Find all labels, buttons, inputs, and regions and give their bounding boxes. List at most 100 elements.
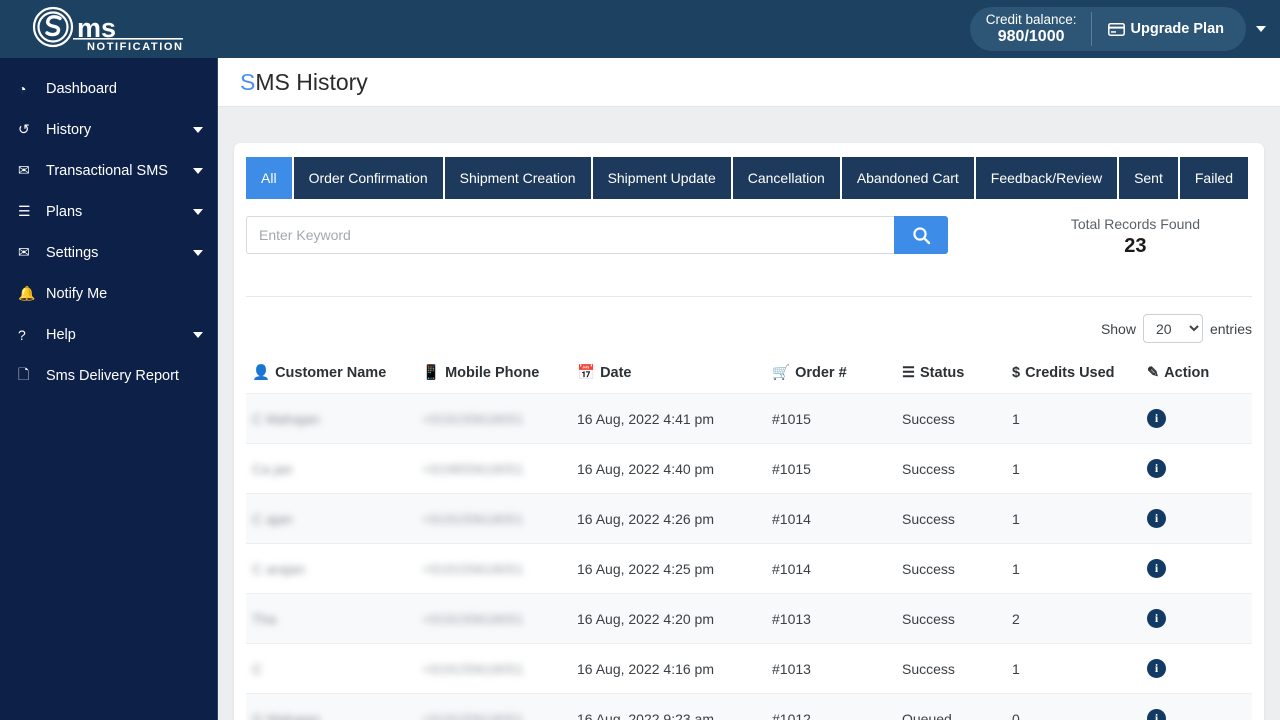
cell-credits-used: 1 (1006, 444, 1141, 494)
search-button[interactable] (894, 216, 948, 254)
sidebar-item-settings[interactable]: ✉ Settings (0, 232, 217, 273)
cell-action: i (1141, 494, 1252, 544)
cell-date-value: 16 Aug, 2022 4:20 pm (577, 610, 714, 627)
sidebar-item-history[interactable]: ↺ History (0, 109, 217, 150)
info-icon[interactable]: i (1147, 709, 1166, 720)
sidebar-item-notify-me[interactable]: 🔔 Notify Me (0, 273, 217, 314)
chevron-down-icon[interactable] (193, 331, 203, 338)
sidebar-item-label: History (46, 121, 92, 138)
total-records-value: 23 (1124, 235, 1147, 257)
tab-all[interactable]: All (246, 157, 294, 199)
cell-customer-name-value: C arajan (252, 560, 305, 577)
cell-date-value: 16 Aug, 2022 4:40 pm (577, 460, 714, 477)
cell-order-value: #1014 (772, 510, 811, 527)
show-label: Show (1100, 320, 1136, 337)
profile-chevron-down-icon[interactable] (1256, 26, 1266, 32)
tab-cancellation[interactable]: Cancellation (732, 157, 842, 199)
cell-order-value: #1015 (772, 460, 811, 477)
info-icon[interactable]: i (1147, 509, 1166, 528)
cell-date: 16 Aug, 2022 4:41 pm (571, 394, 766, 444)
filter-tabs: All Order Confirmation Shipment Creation Sh… (246, 157, 1252, 199)
list-icon: ☰ (902, 364, 915, 381)
cell-status-value: Success (902, 610, 955, 627)
column-header-credits-used[interactable]: $ Credits Used (1006, 357, 1141, 394)
cell-order: #1013 (766, 644, 896, 694)
tab-sent[interactable]: Sent (1119, 157, 1180, 199)
cell-credits-used-value: 1 (1012, 460, 1020, 477)
cell-mobile-phone: +919155618051 (416, 494, 571, 544)
chevron-down-icon[interactable] (193, 167, 203, 174)
entries-select[interactable]: 102050100 (1142, 314, 1203, 343)
top-header: ms NOTIFICATION Credit balance: 980/1000 (0, 0, 1280, 58)
info-icon[interactable]: i (1147, 659, 1166, 678)
cell-customer-name: C (246, 644, 416, 694)
info-icon[interactable]: i (1147, 559, 1166, 578)
cell-mobile-phone-value: +919155618051 (422, 510, 524, 527)
column-header-order-[interactable]: 🛒 Order # (766, 357, 896, 394)
column-header-customer-name[interactable]: 👤 Customer Name (246, 357, 416, 394)
column-header-date[interactable]: 📅 Date (571, 357, 766, 394)
cell-order: #1014 (766, 544, 896, 594)
sidebar-item-help[interactable]: ? Help (0, 314, 217, 355)
cell-date: 16 Aug, 2022 4:16 pm (571, 644, 766, 694)
cell-date-value: 16 Aug, 2022 4:25 pm (577, 560, 714, 577)
column-header-label: Mobile Phone (445, 365, 540, 381)
pencil-icon: ✎ (1147, 364, 1160, 381)
search-box (246, 216, 948, 254)
tab-feedback-review[interactable]: Feedback/Review (975, 157, 1120, 199)
column-header-label: Action (1164, 364, 1210, 381)
cell-credits-used: 1 (1006, 544, 1141, 594)
sidebar-item-label: Sms Delivery Report (46, 367, 179, 384)
cell-date: 16 Aug, 2022 4:25 pm (571, 544, 766, 594)
table-row: Ca jan +919855618051 16 Aug, 2022 4:40 pm #… (246, 443, 1252, 494)
cell-credits-used-value: 1 (1012, 410, 1020, 427)
app-logo[interactable]: ms NOTIFICATION (0, 0, 218, 58)
sidebar-item-dashboard[interactable]: ◔ Dashboard (0, 68, 217, 109)
cell-mobile-phone-value: +919155618051 (422, 710, 524, 720)
tab-shipment-creation[interactable]: Shipment Creation (444, 157, 593, 199)
column-header-status[interactable]: ☰ Status (896, 357, 1006, 394)
cell-mobile-phone: +919155618051 (416, 644, 571, 694)
column-header-mobile-phone[interactable]: 📱 Mobile Phone (416, 357, 571, 394)
credit-balance-pill: Credit balance: 980/1000 Upgrade Plan (969, 7, 1246, 51)
info-icon[interactable]: i (1147, 409, 1166, 428)
app-root: ms NOTIFICATION Credit balance: 980/1000 (0, 0, 1280, 720)
cell-date-value: 16 Aug, 2022 4:26 pm (577, 510, 714, 527)
tab-shipment-update[interactable]: Shipment Update (592, 157, 733, 199)
tab-failed[interactable]: Failed (1179, 157, 1249, 199)
tab-abandoned-cart[interactable]: Abandoned Cart (841, 157, 976, 199)
history-card: All Order Confirmation Shipment Creation Sh… (234, 143, 1264, 720)
sidebar-item-label: Plans (46, 203, 83, 220)
search-input[interactable] (246, 216, 894, 254)
sidebar-item-sms-delivery-report[interactable]: 🗋 Sms Delivery Report (0, 355, 217, 396)
cell-customer-name: C ajan (246, 494, 416, 544)
cell-mobile-phone: +919155618051 (416, 544, 571, 594)
cell-date: 16 Aug, 2022 4:20 pm (571, 594, 766, 644)
envelope-icon: ✉ (18, 162, 30, 178)
cell-customer-name: C Mahajan (246, 394, 416, 444)
history-icon: ↺ (18, 121, 30, 137)
chevron-down-icon[interactable] (193, 208, 203, 215)
column-header-action[interactable]: ✎ Action (1141, 357, 1252, 394)
cell-status-value: Success (902, 410, 955, 427)
tab-order-confirmation[interactable]: Order Confirmation (293, 157, 445, 199)
cell-status: Success (896, 544, 1006, 594)
credit-balance-text: Credit balance: 980/1000 (986, 12, 1092, 46)
chevron-down-icon[interactable] (193, 126, 203, 133)
info-icon[interactable]: i (1147, 459, 1166, 478)
sidebar-item-plans[interactable]: ☰ Plans (0, 191, 217, 232)
history-table: 👤 Customer Name 📱 Mobile Phone 📅 Date 🛒 Order #… (246, 357, 1252, 720)
cell-customer-name: Ca jan (246, 444, 416, 494)
table-body: C Mahajan +919155618051 16 Aug, 2022 4:41 … (246, 393, 1252, 720)
chevron-down-icon[interactable] (193, 249, 203, 256)
cell-credits-used-value: 0 (1012, 710, 1020, 720)
column-header-label: Status (920, 364, 965, 381)
info-icon[interactable]: i (1147, 609, 1166, 628)
cell-status-value: Success (902, 660, 955, 677)
cell-customer-name-value: C (252, 660, 263, 677)
cell-customer-name-value: G Mahajan (252, 710, 321, 720)
sidebar-item-transactional-sms[interactable]: ✉ Transactional SMS (0, 150, 217, 191)
upgrade-plan-button[interactable]: Upgrade Plan (1092, 21, 1238, 37)
cell-credits-used-value: 1 (1012, 510, 1020, 527)
dashboard-icon: ◔ (18, 80, 27, 97)
